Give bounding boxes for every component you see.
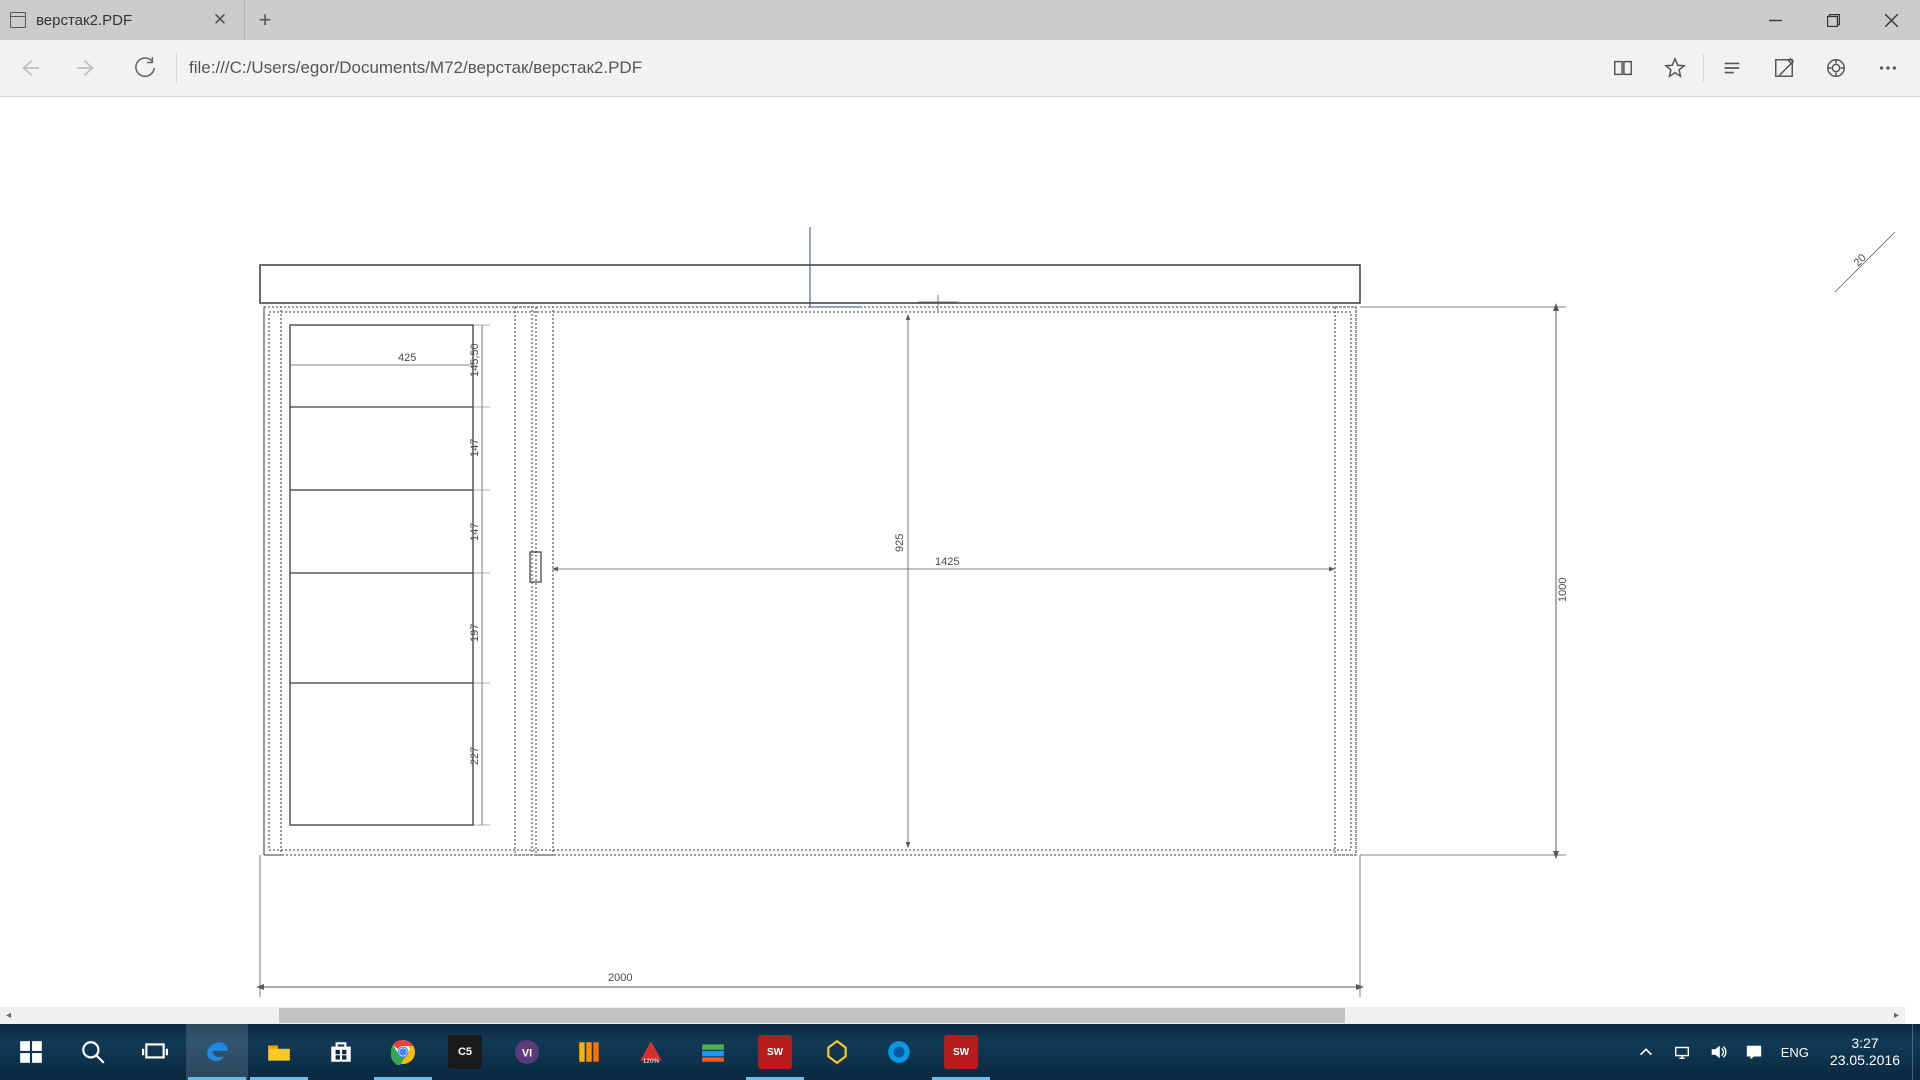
new-tab-button[interactable]: + (245, 0, 285, 40)
more-button[interactable] (1862, 40, 1914, 97)
taskbar-app-7[interactable] (868, 1024, 930, 1080)
app-icon (820, 1035, 854, 1069)
solidworks-icon: SW (944, 1035, 978, 1069)
tray-network-icon[interactable] (1664, 1024, 1700, 1080)
taskbar-chrome[interactable] (372, 1024, 434, 1080)
horizontal-scrollbar[interactable]: ◂ ▸ (0, 1007, 1905, 1024)
tab-title: верстак2.PDF (36, 12, 206, 29)
scroll-left-button[interactable]: ◂ (0, 1007, 17, 1024)
taskbar-app-4[interactable]: 120% (620, 1024, 682, 1080)
tray-notifications-icon[interactable] (1736, 1024, 1772, 1080)
pdf-tab-icon (10, 12, 26, 28)
taskbar-solidworks-1[interactable]: SW (744, 1024, 806, 1080)
dim-corner: 20 (1852, 252, 1869, 269)
chrome-icon (386, 1035, 420, 1069)
dim-shelf-1: 147 (469, 439, 481, 457)
dim-shelf-0: 145,50 (469, 343, 481, 377)
search-button[interactable] (62, 1024, 124, 1080)
tray-chevron-icon[interactable] (1628, 1024, 1664, 1080)
taskbar-app-2[interactable]: VI (496, 1024, 558, 1080)
solidworks-icon: SW (758, 1035, 792, 1069)
dim-shelf-4: 227 (469, 747, 481, 765)
store-icon (324, 1035, 358, 1069)
tray-date: 23.05.2016 (1830, 1052, 1900, 1070)
app-icon (572, 1035, 606, 1069)
edge-icon (200, 1035, 234, 1069)
address-bar: file:///C:/Users/egor/Documents/M72/верс… (0, 40, 1920, 97)
tray-language[interactable]: ENG (1772, 1024, 1818, 1080)
dim-main-width: 1425 (935, 556, 959, 568)
scroll-thumb[interactable] (279, 1008, 1345, 1023)
share-button[interactable] (1810, 40, 1862, 97)
taskbar: C5 VI 120% SW SW ENG 3:27 23.05.2016 (0, 1024, 1920, 1080)
favorite-button[interactable] (1649, 40, 1701, 97)
app-icon: C5 (448, 1035, 482, 1069)
dim-shelf-3: 197 (469, 624, 481, 642)
reading-view-button[interactable] (1597, 40, 1649, 97)
app-icon: 120% (634, 1035, 668, 1069)
browser-tab[interactable]: верстак2.PDF ✕ (0, 0, 245, 40)
titlebar: верстак2.PDF ✕ + (0, 0, 1920, 40)
close-button[interactable] (1862, 0, 1920, 40)
dim-main-height: 925 (894, 534, 906, 552)
app-icon (696, 1035, 730, 1069)
taskbar-app-1[interactable]: C5 (434, 1024, 496, 1080)
tray-time: 3:27 (1851, 1035, 1878, 1053)
taskbar-explorer[interactable] (248, 1024, 310, 1080)
toolbar-separator (1703, 54, 1704, 82)
taskview-button[interactable] (124, 1024, 186, 1080)
webnote-button[interactable] (1758, 40, 1810, 97)
taskbar-app-5[interactable] (682, 1024, 744, 1080)
dim-width-total: 2000 (608, 972, 632, 984)
tab-close-button[interactable]: ✕ (206, 10, 234, 30)
taskbar-app-6[interactable] (806, 1024, 868, 1080)
toolbar-right (1597, 40, 1914, 97)
refresh-button[interactable] (116, 40, 174, 97)
window-controls (1746, 0, 1920, 40)
app-icon (882, 1035, 916, 1069)
folder-icon (262, 1035, 296, 1069)
maximize-button[interactable] (1804, 0, 1862, 40)
app-icon: VI (510, 1035, 544, 1069)
taskbar-app-3[interactable] (558, 1024, 620, 1080)
addr-separator (176, 53, 177, 83)
tray-volume-icon[interactable] (1700, 1024, 1736, 1080)
taskbar-store[interactable] (310, 1024, 372, 1080)
taskbar-solidworks-2[interactable]: SW (930, 1024, 992, 1080)
svg-text:VI: VI (522, 1047, 532, 1059)
dim-shelf-2: 147 (469, 523, 481, 541)
show-desktop-button[interactable] (1912, 1024, 1920, 1080)
hub-button[interactable] (1706, 40, 1758, 97)
dim-height-total: 1000 (1557, 578, 1569, 602)
forward-button[interactable] (58, 40, 116, 97)
svg-text:120%: 120% (643, 1058, 660, 1065)
url-text[interactable]: file:///C:/Users/egor/Documents/M72/верс… (183, 58, 1597, 78)
minimize-button[interactable] (1746, 0, 1804, 40)
taskbar-edge[interactable] (186, 1024, 248, 1080)
scroll-track[interactable] (17, 1007, 1888, 1024)
system-tray: ENG 3:27 23.05.2016 (1628, 1024, 1920, 1080)
start-button[interactable] (0, 1024, 62, 1080)
technical-drawing: 2000 1000 1425 925 425 145,50 147 147 19… (0, 97, 1920, 1024)
back-button[interactable] (0, 40, 58, 97)
scroll-right-button[interactable]: ▸ (1888, 1007, 1905, 1024)
dim-shelf-width: 425 (398, 352, 416, 364)
tray-clock[interactable]: 3:27 23.05.2016 (1818, 1024, 1912, 1080)
pdf-viewport[interactable]: 2000 1000 1425 925 425 145,50 147 147 19… (0, 97, 1920, 1024)
